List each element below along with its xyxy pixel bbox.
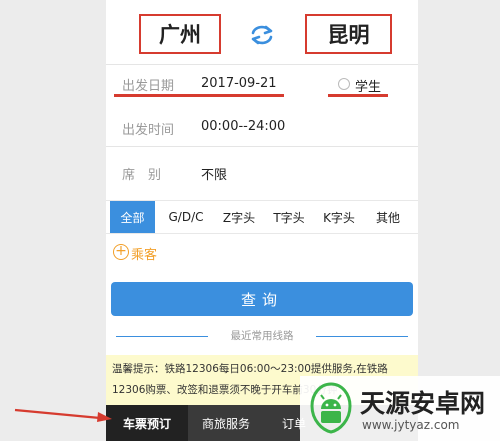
swap-arrows-icon[interactable] bbox=[249, 24, 275, 46]
divider bbox=[116, 336, 208, 337]
student-checkbox[interactable] bbox=[338, 78, 350, 90]
divider bbox=[316, 336, 408, 337]
phone-screen: 广州 昆明 出发日期 2017-09-21 学生 出发时间 00:00--24:… bbox=[106, 0, 418, 441]
query-button[interactable]: 查询 bbox=[111, 282, 413, 316]
departure-time-label: 出发时间 bbox=[122, 123, 175, 138]
recent-routes: 最近常用线路 bbox=[106, 328, 418, 344]
android-logo-icon bbox=[310, 382, 352, 434]
to-city[interactable]: 昆明 bbox=[305, 14, 392, 54]
student-label[interactable]: 学生 bbox=[355, 76, 381, 95]
add-passenger-label[interactable]: 乘客 bbox=[131, 244, 157, 263]
red-arrow-icon bbox=[14, 408, 112, 422]
divider bbox=[106, 146, 418, 147]
recent-routes-label[interactable]: 最近常用线路 bbox=[214, 328, 310, 343]
tab-ticket-booking[interactable]: 车票预订 bbox=[106, 405, 188, 441]
filter-all[interactable]: 全部 bbox=[110, 201, 155, 233]
from-city[interactable]: 广州 bbox=[139, 14, 221, 54]
watermark-title: 天源安卓网 bbox=[360, 389, 486, 418]
plus-circle-icon[interactable]: + bbox=[113, 244, 129, 260]
watermark-url: www.jytyaz.com bbox=[362, 418, 460, 432]
filter-t[interactable]: T字头 bbox=[264, 201, 314, 233]
filter-other[interactable]: 其他 bbox=[364, 201, 412, 233]
student-annotation-underline bbox=[328, 94, 388, 97]
date-annotation-underline bbox=[114, 94, 284, 97]
tab-business-travel[interactable]: 商旅服务 bbox=[188, 405, 264, 441]
filter-k[interactable]: K字头 bbox=[314, 201, 364, 233]
watermark: 天源安卓网 www.jytyaz.com bbox=[300, 376, 500, 441]
departure-date-value[interactable]: 2017-09-21 bbox=[201, 76, 277, 91]
departure-time-value[interactable]: 00:00--24:00 bbox=[201, 119, 285, 134]
train-type-filter: 全部 G/D/C Z字头 T字头 K字头 其他 bbox=[106, 200, 418, 234]
departure-date-label: 出发日期 bbox=[122, 79, 175, 94]
filter-z[interactable]: Z字头 bbox=[214, 201, 264, 233]
divider bbox=[106, 64, 418, 65]
seat-value[interactable]: 不限 bbox=[201, 164, 227, 183]
seat-label: 席 别 bbox=[122, 168, 162, 183]
filter-gdc[interactable]: G/D/C bbox=[161, 201, 211, 233]
